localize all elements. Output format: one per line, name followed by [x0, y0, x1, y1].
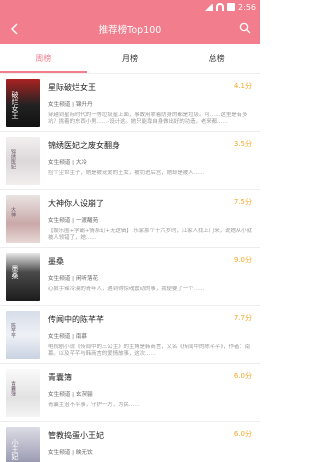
book-description: 【娱乐圈+学霸+情系幻+无逻辑】 乐家那个十六岁时，江家人找上门来，说她从小就被…: [48, 228, 252, 241]
book-cover: 锦绣医妃: [6, 137, 40, 185]
book-meta: 女生频道 | 映无饮: [48, 450, 93, 456]
page-title: 推荐榜Top100: [98, 25, 162, 36]
book-meta: 女生频道 | 闲听落花: [48, 276, 99, 282]
ranking-tabs: 周榜 月榜 总榜: [0, 44, 260, 74]
book-item[interactable]: 小王妃 管教捣蛋小王妃 女生频道 | 映无饮 6.0分: [0, 422, 260, 462]
signal-icon: [205, 3, 214, 11]
book-meta: 女生频道 | 大冷: [48, 160, 88, 166]
book-meta: 女生频道 | 玄溟骊: [48, 392, 93, 398]
book-score: 4.1分: [233, 82, 252, 90]
book-title: 墨桑: [48, 257, 64, 266]
tab-total[interactable]: 总榜: [173, 44, 260, 73]
search-icon[interactable]: [239, 22, 251, 34]
app-header: 推荐榜Top100: [0, 14, 260, 44]
book-score: 6.0分: [233, 430, 252, 438]
book-description: 捡个尘世主子，她是被宠爱的王女，被罚进后宫，她却是被人……: [48, 170, 205, 176]
book-cover: 大神: [6, 195, 40, 243]
book-score: 3.5分: [233, 140, 252, 148]
book-score: 7.5分: [233, 198, 252, 206]
book-score: 6.0分: [233, 372, 252, 380]
book-cover: 破烂女王: [6, 79, 40, 127]
battery-icon: [227, 3, 236, 11]
book-description: 心狠手辣冷漠的青年人，遇到得惊魂震动的事，我便要了一个……: [48, 286, 205, 292]
book-meta: 女生频道 | 锦升丹: [48, 102, 93, 108]
tab-weekly[interactable]: 周榜: [0, 44, 87, 73]
book-cover: 青囊簿: [6, 369, 40, 417]
book-title: 管教捣蛋小王妃: [48, 431, 104, 440]
book-title: 星际破烂女王: [48, 83, 96, 92]
book-meta: 女生频道 | 南慕: [48, 334, 88, 340]
book-title: 锦绣医妃之废女翻身: [48, 141, 120, 150]
book-item[interactable]: 锦绣医妃 锦绣医妃之废女翻身 女生频道 | 大冷 捡个尘世主子，她是被宠爱的王女…: [0, 132, 260, 190]
book-description: 穿越到星际时代的一等垃圾星上面，事故用拿着防身的都是垃圾。可……这里是有多坑？挑…: [48, 112, 248, 125]
tab-monthly[interactable]: 月榜: [87, 44, 174, 73]
book-cover: 小王妃: [6, 427, 40, 462]
book-cover: 陈芊芊: [6, 311, 40, 359]
book-meta: 女生频道 | 一渡醒苑: [48, 218, 99, 224]
book-item[interactable]: 陈芊芊 传闻中的陈芊芊 女生频道 | 南慕 电视剧小说《传闻中的三公主》的主角是…: [0, 306, 260, 364]
book-score: 7.7分: [233, 314, 252, 322]
book-item[interactable]: 破烂女王 星际破烂女王 女生频道 | 锦升丹 穿越到星际时代的一等垃圾星上面，事…: [0, 74, 260, 132]
status-bar: 2:56: [0, 0, 260, 14]
book-item[interactable]: 大神 大神你人设崩了 女生频道 | 一渡醒苑 【娱乐圈+学霸+情系幻+无逻辑】 …: [0, 190, 260, 248]
book-score: 9.0分: [233, 256, 252, 264]
book-item[interactable]: 青囊簿 青囊簿 女生频道 | 玄溟骊 青囊主治不平事，守护一方，为民…… 6.0…: [0, 364, 260, 422]
status-time: 2:56: [238, 2, 256, 12]
book-list: 破烂女王 星际破烂女王 女生频道 | 锦升丹 穿越到星际时代的一等垃圾星上面，事…: [0, 74, 260, 462]
wifi-icon: [216, 3, 225, 11]
book-item[interactable]: 墨桑 墨桑 女生频道 | 闲听落花 心狠手辣冷漠的青年人，遇到得惊魂震动的事，我…: [0, 248, 260, 306]
book-title: 青囊簿: [48, 373, 72, 382]
book-cover: 墨桑: [6, 253, 40, 301]
book-title: 大神你人设崩了: [48, 199, 104, 208]
book-description: 青囊主治不平事，守护一方，为民……: [48, 402, 140, 408]
back-arrow-icon[interactable]: [9, 22, 21, 36]
book-title: 传闻中的陈芊芊: [48, 315, 104, 324]
book-description: 电视剧小说《传闻中的三公主》的主角是韩商言，又名《传闻中的陈芊芊》，作者：南慕。…: [48, 344, 251, 357]
